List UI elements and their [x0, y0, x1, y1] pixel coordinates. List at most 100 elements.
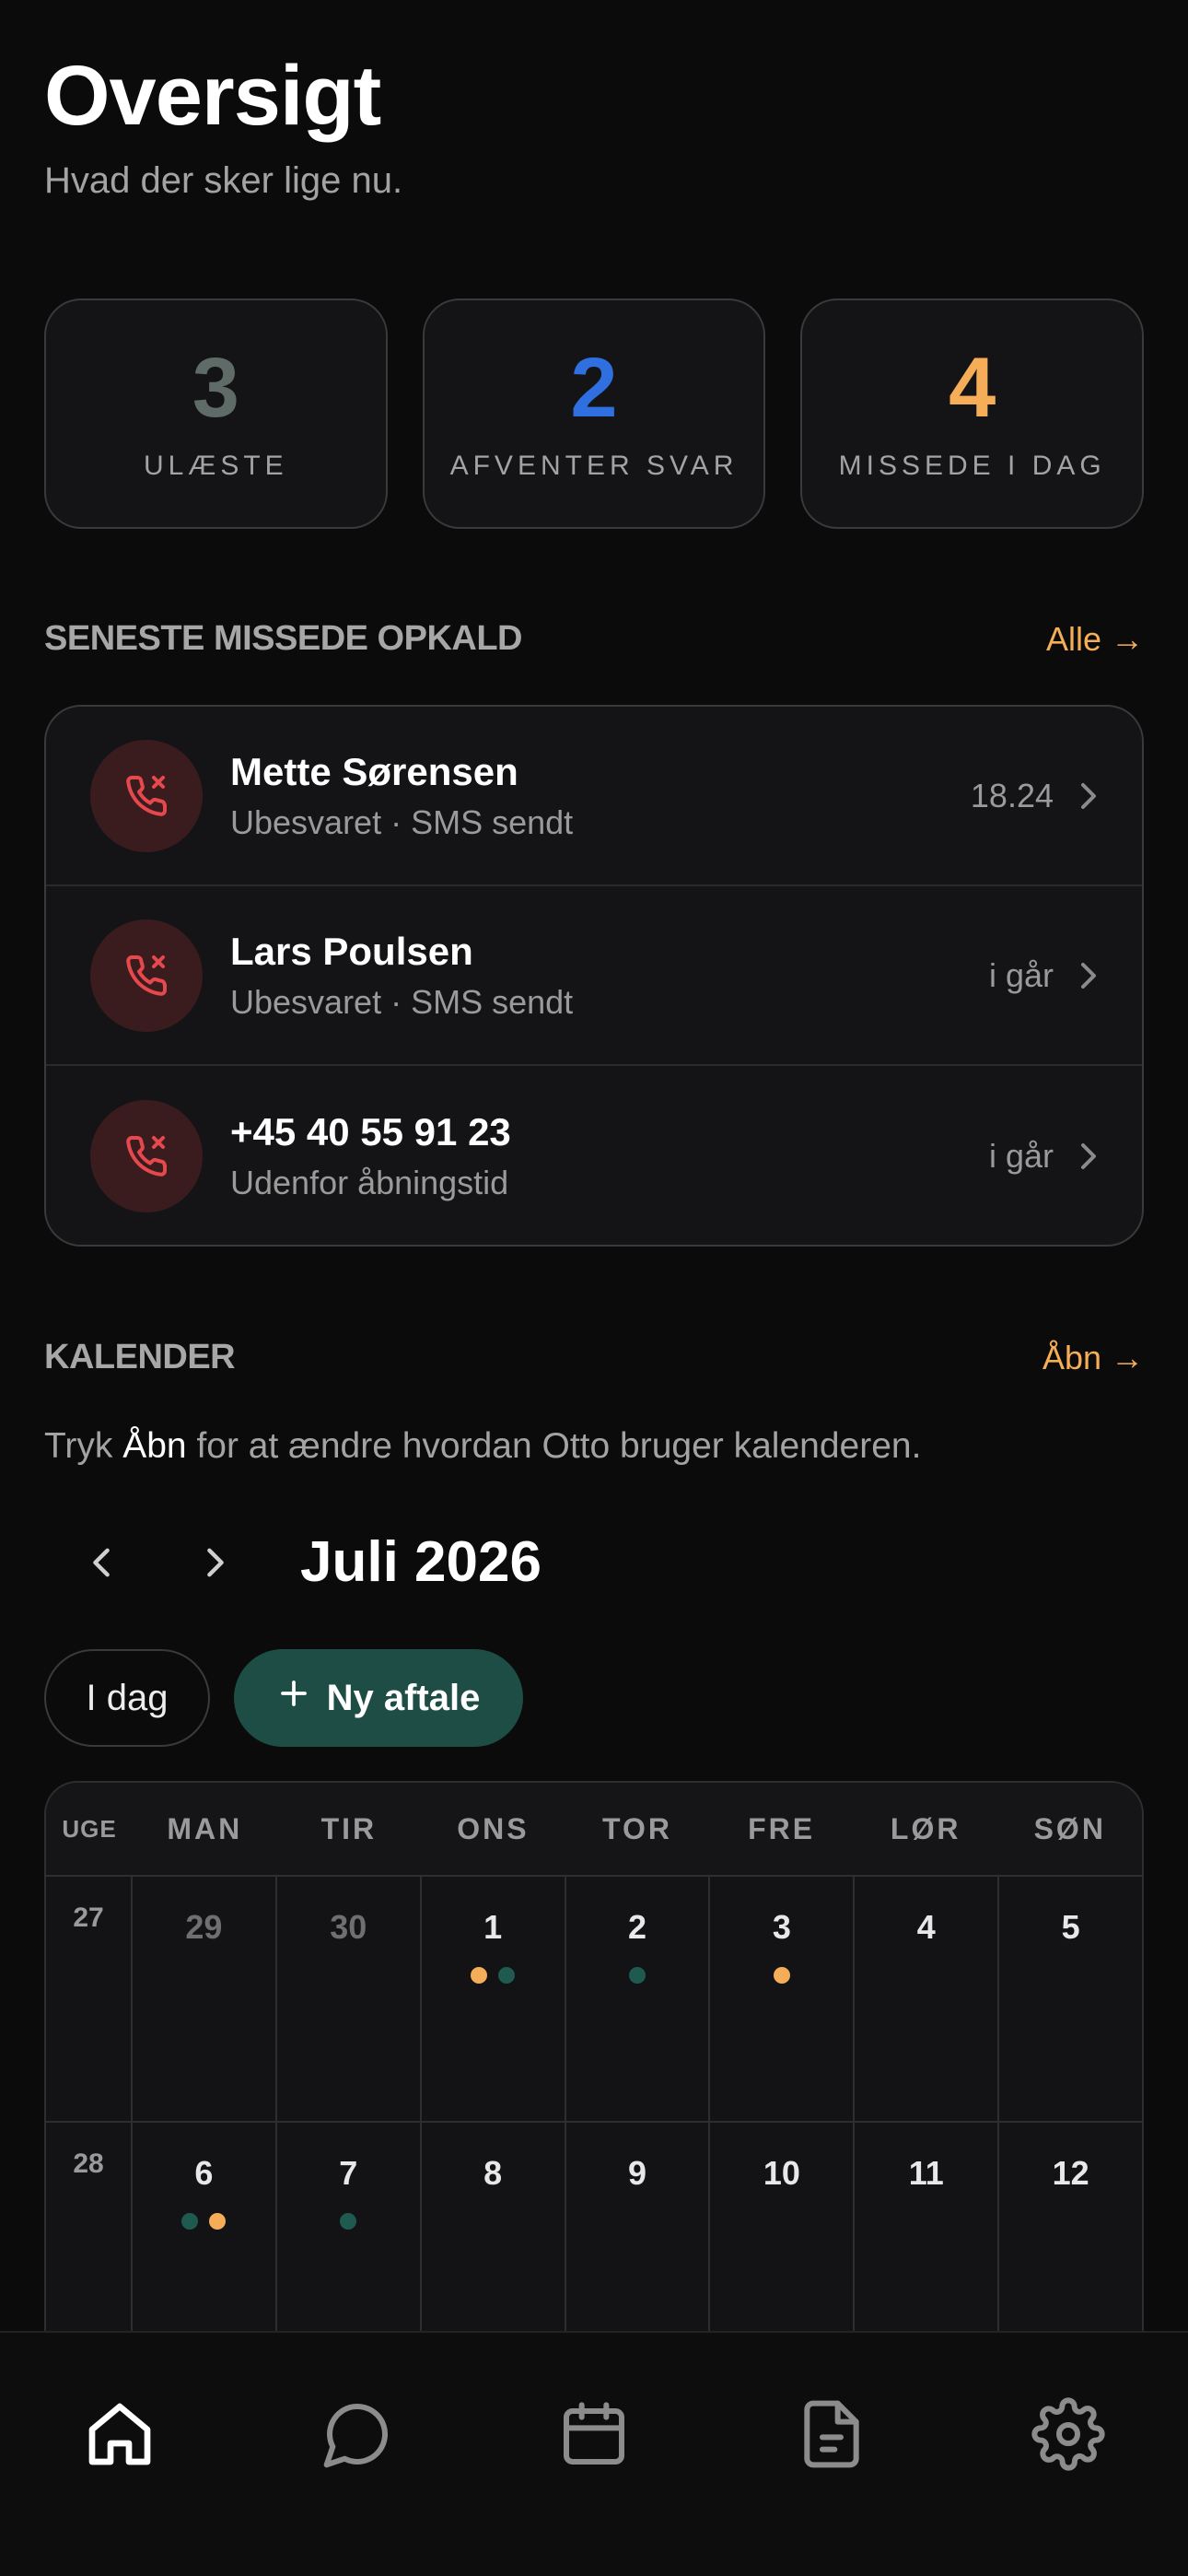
- calendar-header: KALENDER Åbn →: [44, 1338, 1144, 1377]
- calendar-day-cell[interactable]: 5: [999, 1877, 1142, 2121]
- note-prefix: Tryk: [44, 1426, 123, 1466]
- missed-call-icon: [90, 739, 203, 852]
- day-number: 7: [339, 2154, 358, 2192]
- caller-name: Mette Sørensen: [230, 749, 518, 793]
- call-time: i går: [988, 1136, 1054, 1175]
- calendar-day-cell[interactable]: 10: [710, 2123, 856, 2334]
- day-number: 1: [483, 1908, 503, 1946]
- chevron-right-icon: [1079, 961, 1098, 990]
- event-dot: [471, 1967, 488, 1984]
- stat-missed-today[interactable]: 4 MISSEDE I DAG: [800, 299, 1145, 529]
- new-appointment-label: Ny aftale: [326, 1677, 481, 1718]
- call-time: 18.24: [970, 776, 1054, 814]
- day-number: 3: [772, 1908, 791, 1946]
- event-dot: [340, 2213, 357, 2230]
- calendar-day-cell[interactable]: 7: [277, 2123, 422, 2334]
- event-dots: [471, 1967, 516, 1984]
- chat-icon[interactable]: [311, 2388, 403, 2480]
- event-dot: [498, 1967, 516, 1984]
- call-row[interactable]: +45 40 55 91 23 Udenfor åbningstid i går: [46, 1066, 1142, 1245]
- event-dots: [340, 2213, 357, 2230]
- event-dots: [773, 1967, 790, 1984]
- call-body: Lars Poulsen Ubesvaret · SMS sendt: [230, 930, 989, 1022]
- section-title: KALENDER: [44, 1338, 236, 1376]
- today-button[interactable]: I dag: [44, 1649, 210, 1747]
- document-icon[interactable]: [786, 2388, 878, 2480]
- weekday-label: TIR: [320, 1811, 378, 1845]
- chevron-left-icon[interactable]: [81, 1535, 122, 1590]
- calendar-weekday-header: UGE MAN TIR ONS TOR FRE LØR SØN: [46, 1783, 1142, 1877]
- all-calls-link[interactable]: Alle →: [1046, 620, 1144, 659]
- calendar-week-row: 28 6 7 8 9 10 11 12: [46, 2123, 1142, 2334]
- event-dot: [181, 2213, 199, 2230]
- weekday-label: FRE: [748, 1811, 816, 1845]
- day-number: 6: [194, 2154, 214, 2192]
- stat-unread[interactable]: 3 ULÆSTE: [44, 299, 388, 529]
- calendar-icon[interactable]: [548, 2388, 640, 2480]
- chevron-right-icon: [1079, 781, 1098, 811]
- chevron-right-icon[interactable]: [195, 1535, 236, 1590]
- call-body: Mette Sørensen Ubesvaret · SMS sendt: [230, 750, 971, 842]
- calendar-day-cell[interactable]: 29: [133, 1877, 277, 2121]
- missed-call-icon: [90, 1099, 203, 1212]
- plus-icon: [277, 1677, 310, 1719]
- stats-row: 3 ULÆSTE 2 AFVENTER SVAR 4 MISSEDE I DAG: [44, 299, 1145, 529]
- calendar-day-cell[interactable]: 1: [422, 1877, 566, 2121]
- stat-label: AFVENTER SVAR: [449, 451, 739, 481]
- missed-call-icon: [90, 919, 203, 1032]
- stat-value: 2: [570, 341, 618, 435]
- note-bold: Åbn: [122, 1426, 187, 1466]
- caller-name: +45 40 55 91 23: [230, 1109, 511, 1153]
- tab-bar: [0, 2331, 1188, 2576]
- weekday-label: ONS: [457, 1811, 530, 1845]
- calendar-weeks: 27 29 30 1 2 3 4 5 28 6 7 8 9 10 11 12: [46, 1877, 1142, 2334]
- month-navigation: Juli 2026: [81, 1529, 542, 1595]
- call-row[interactable]: Mette Sørensen Ubesvaret · SMS sendt 18.…: [46, 707, 1142, 886]
- stat-label: ULÆSTE: [143, 451, 288, 481]
- call-row[interactable]: Lars Poulsen Ubesvaret · SMS sendt i går: [46, 886, 1142, 1066]
- home-icon[interactable]: [74, 2388, 166, 2480]
- event-dot: [209, 2213, 227, 2230]
- missed-calls-header: SENESTE MISSEDE OPKALD Alle →: [44, 619, 1144, 659]
- settings-icon[interactable]: [1022, 2388, 1114, 2480]
- day-number: 11: [908, 2154, 944, 2192]
- event-dots: [181, 2213, 227, 2230]
- calendar-day-cell[interactable]: 12: [999, 2123, 1142, 2334]
- weekday-label: SØN: [1033, 1811, 1106, 1845]
- page-title: Oversigt: [44, 49, 381, 143]
- calendar-day-cell[interactable]: 30: [277, 1877, 422, 2121]
- open-calendar-link[interactable]: Åbn →: [1042, 1339, 1144, 1377]
- calendar-day-cell[interactable]: 11: [855, 2123, 1000, 2334]
- caller-name: Lars Poulsen: [230, 929, 473, 973]
- calendar-day-cell[interactable]: 9: [566, 2123, 711, 2334]
- day-number: 5: [1061, 1908, 1080, 1946]
- event-dot: [773, 1967, 790, 1984]
- day-number: 29: [185, 1908, 223, 1946]
- event-dot: [629, 1967, 646, 1984]
- day-number: 8: [483, 2154, 503, 2192]
- weekday-label: LØR: [890, 1811, 961, 1845]
- calendar-day-cell[interactable]: 6: [133, 2123, 277, 2334]
- day-number: 10: [763, 2154, 800, 2192]
- page-subtitle: Hvad der sker lige nu.: [44, 160, 403, 201]
- call-status: Ubesvaret · SMS sendt: [230, 982, 574, 1021]
- new-appointment-button[interactable]: Ny aftale: [234, 1649, 523, 1747]
- calendar-day-cell[interactable]: 3: [710, 1877, 856, 2121]
- stat-awaiting-reply[interactable]: 2 AFVENTER SVAR: [422, 299, 766, 529]
- calendar-day-cell[interactable]: 4: [855, 1877, 1000, 2121]
- day-number: 4: [916, 1908, 936, 1946]
- section-title: SENESTE MISSEDE OPKALD: [44, 619, 522, 658]
- event-dots: [629, 1967, 646, 1984]
- calendar-note: Tryk Åbn for at ændre hvordan Otto bruge…: [44, 1426, 921, 1467]
- day-number: 12: [1052, 2154, 1089, 2192]
- calendar-day-cell[interactable]: 2: [566, 1877, 711, 2121]
- weekday-label: TOR: [602, 1811, 672, 1845]
- week-column-header: UGE: [62, 1814, 117, 1843]
- day-number: 9: [627, 2154, 647, 2192]
- calendar-day-cell[interactable]: 8: [422, 2123, 566, 2334]
- call-time: i går: [988, 955, 1054, 994]
- missed-calls-list: Mette Sørensen Ubesvaret · SMS sendt 18.…: [44, 705, 1144, 1247]
- call-status: Ubesvaret · SMS sendt: [230, 802, 574, 841]
- note-suffix: for at ændre hvordan Otto bruger kalende…: [186, 1426, 922, 1466]
- stat-value: 4: [949, 341, 996, 435]
